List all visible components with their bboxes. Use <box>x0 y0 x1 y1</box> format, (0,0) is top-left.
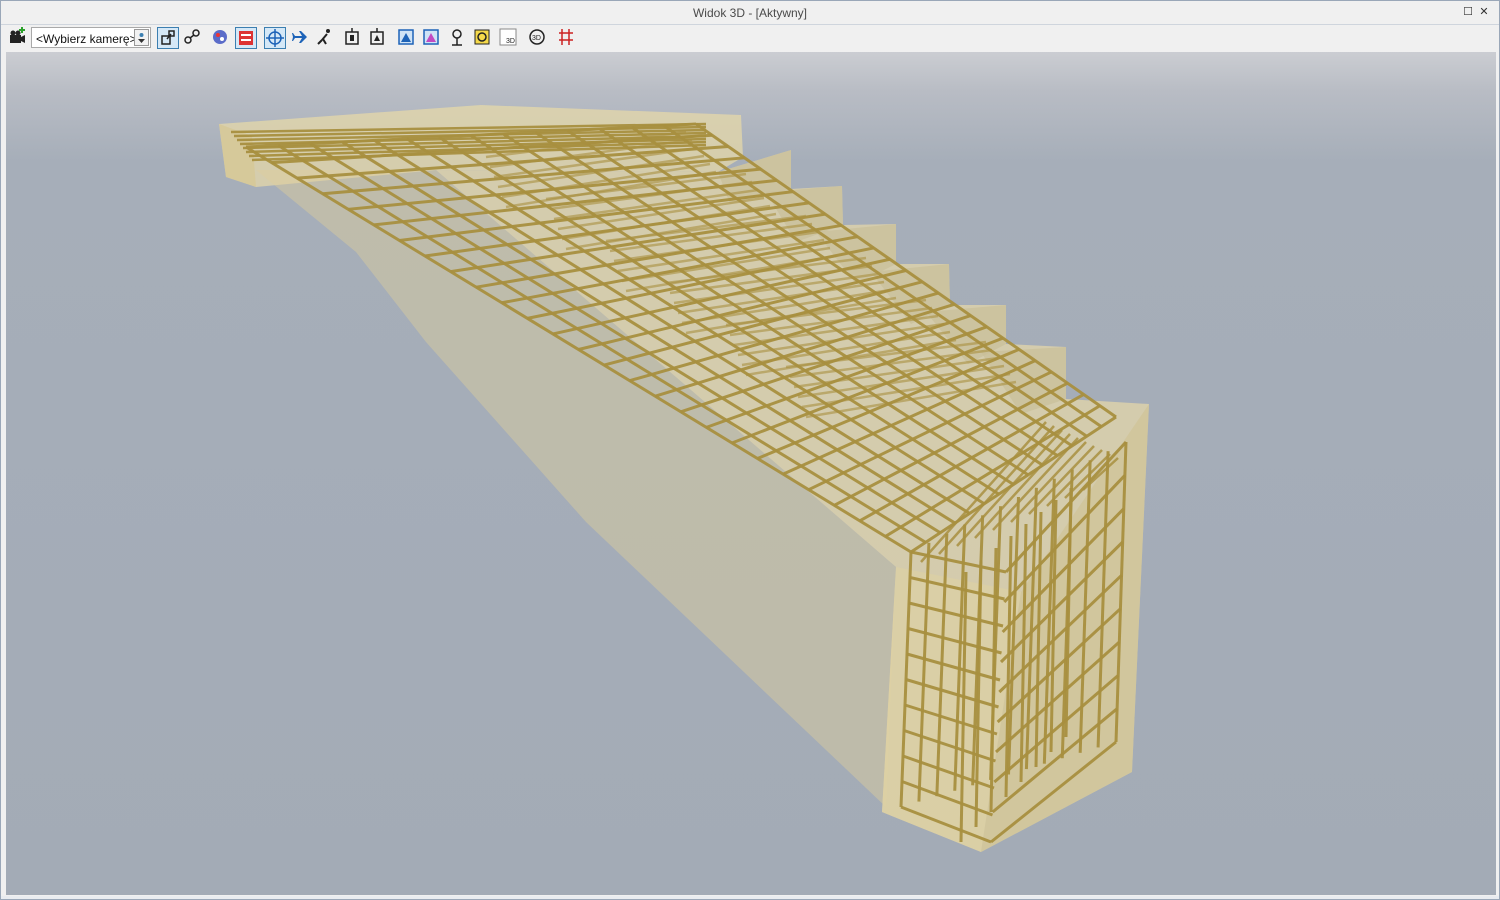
view-link-icon[interactable] <box>182 27 204 49</box>
camera-select-value: <Wybierz kamerę> <box>36 32 137 46</box>
viewer-window: Widok 3D - [Aktywny] ☐ ✕ <Wybierz kamerę… <box>0 0 1500 900</box>
chevron-down-icon[interactable] <box>134 29 149 46</box>
close-button[interactable]: ✕ <box>1477 5 1491 19</box>
zoom-window-icon[interactable] <box>421 27 443 49</box>
staircase-model <box>219 105 1149 852</box>
3d-viewport[interactable] <box>6 52 1496 895</box>
rotate-3d-icon[interactable]: 3D <box>527 27 549 49</box>
svg-text:3D: 3D <box>532 35 541 42</box>
camera-select[interactable]: <Wybierz kamerę> <box>31 27 151 48</box>
color-palette-icon[interactable] <box>210 27 232 49</box>
fit-view-icon[interactable] <box>396 27 418 49</box>
view-3d-icon[interactable]: 3D <box>498 27 520 49</box>
title-bar: Widok 3D - [Aktywny] ☐ ✕ <box>1 1 1499 25</box>
svg-text:3D: 3D <box>506 38 515 45</box>
view-selection-icon[interactable] <box>157 27 179 49</box>
grid-cut-icon[interactable] <box>556 27 578 49</box>
fly-icon[interactable] <box>289 27 311 49</box>
elevation-alt-icon[interactable] <box>367 27 389 49</box>
elevation-icon[interactable] <box>342 27 364 49</box>
status-strip <box>1 896 1499 899</box>
orbit-icon[interactable] <box>264 27 286 49</box>
walk-icon[interactable] <box>314 27 336 49</box>
window-title: Widok 3D - [Aktywny] <box>692 6 808 20</box>
toolbar: <Wybierz kamerę> 3D 3D <box>1 25 1499 52</box>
render-icon[interactable] <box>472 27 494 49</box>
camera-person-icon[interactable] <box>447 27 469 49</box>
section-icon[interactable] <box>235 27 257 49</box>
add-camera-icon[interactable] <box>7 27 29 49</box>
maximize-button[interactable]: ☐ <box>1461 5 1475 19</box>
